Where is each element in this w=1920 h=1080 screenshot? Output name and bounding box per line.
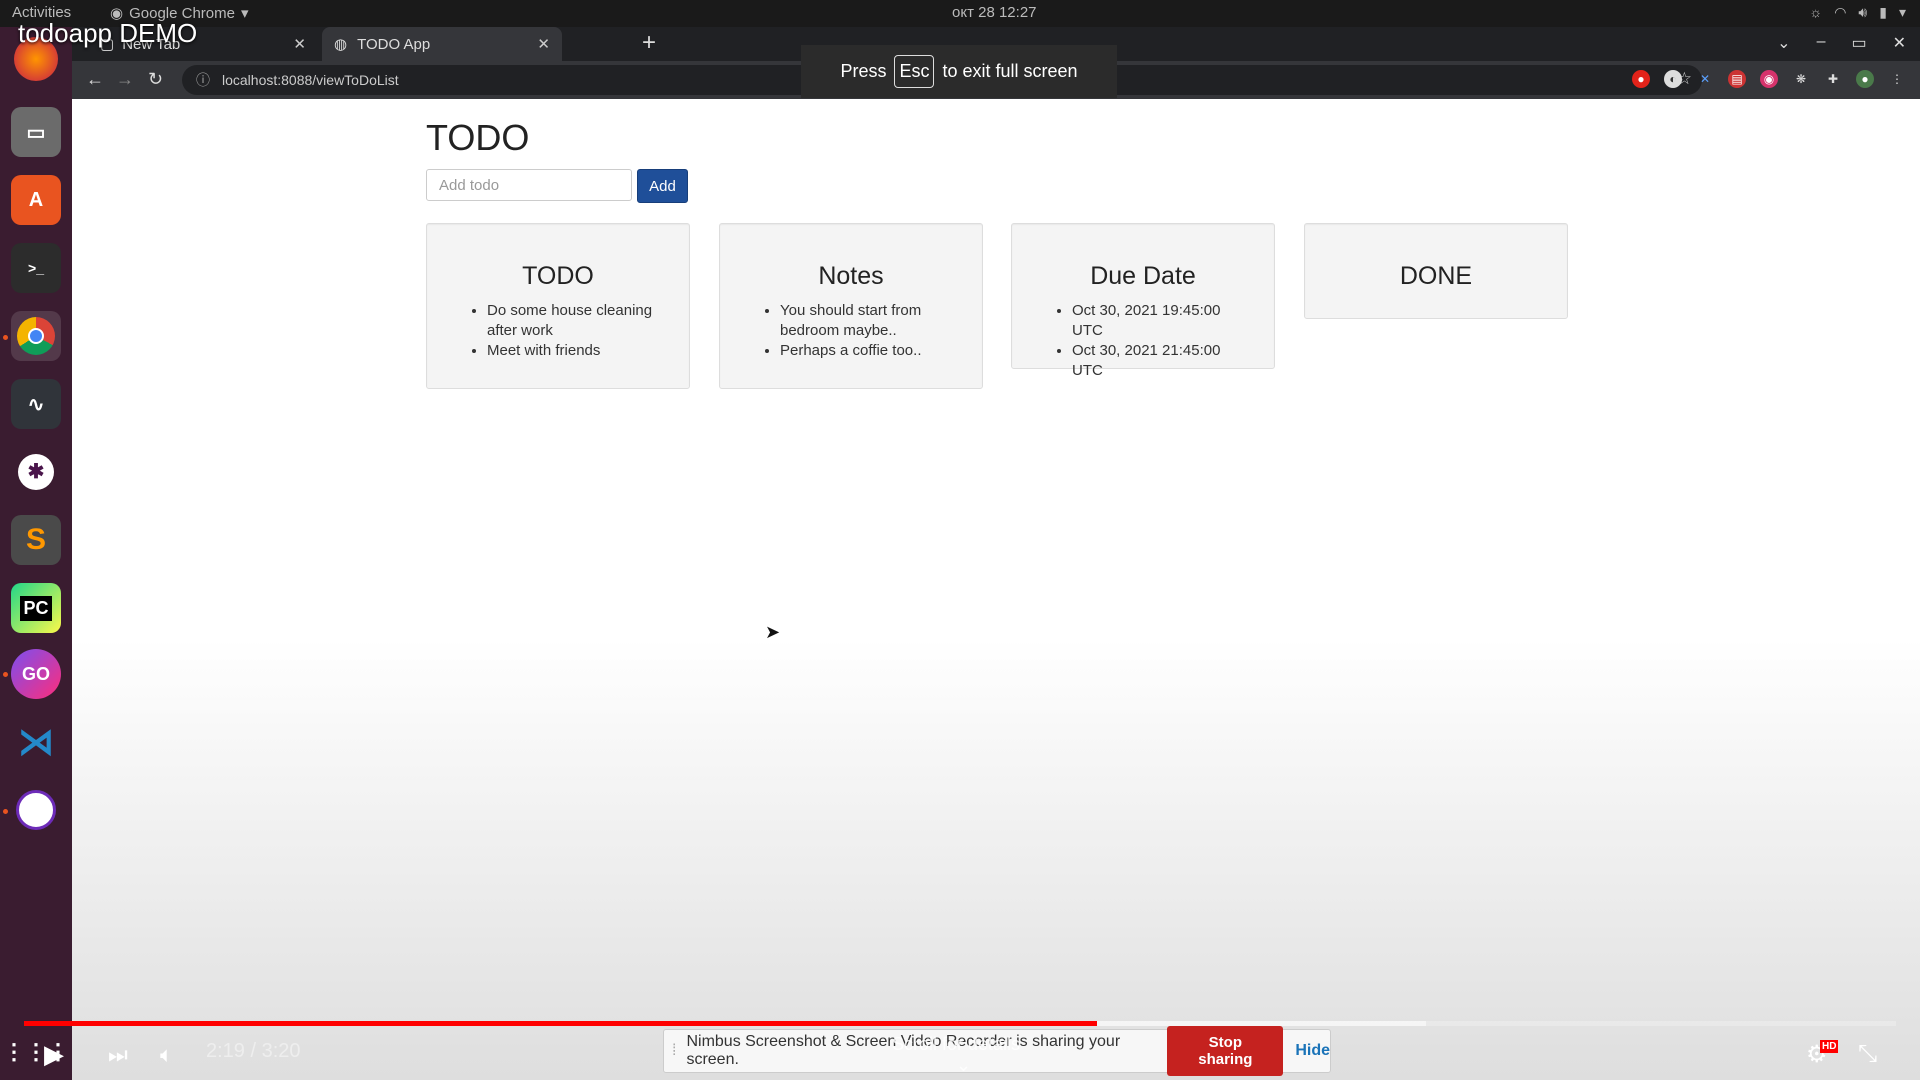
files-icon[interactable]: ▭ bbox=[11, 107, 61, 157]
close-window-icon[interactable]: ✕ bbox=[1893, 33, 1906, 53]
profile-avatar[interactable]: ● bbox=[1856, 70, 1874, 88]
next-icon[interactable]: ⏭ bbox=[108, 1042, 128, 1068]
time-display: 2:19 / 3:20 bbox=[206, 1040, 301, 1062]
stop-sharing-button[interactable]: Stop sharing bbox=[1167, 1026, 1284, 1076]
extension-red-icon[interactable]: ● bbox=[1632, 70, 1650, 88]
fullscreen-press: Press bbox=[840, 61, 887, 81]
column-list: Do some house cleaning after work Meet w… bbox=[427, 301, 689, 381]
mouse-cursor-icon: ➤ bbox=[765, 622, 781, 642]
add-button[interactable]: Add bbox=[637, 169, 688, 203]
exit-fullscreen-icon[interactable]: ⤡ bbox=[1858, 1040, 1877, 1068]
back-icon[interactable]: ← bbox=[86, 69, 104, 90]
drag-handle-icon[interactable]: ⁞ bbox=[672, 1042, 676, 1060]
esc-key: Esc bbox=[894, 55, 935, 88]
menu-kebab-icon[interactable]: ⋮ bbox=[1888, 70, 1906, 88]
column-list: You should start from bedroom maybe.. Pe… bbox=[720, 301, 982, 381]
window-controls: ⌄ – ▭ ✕ bbox=[1777, 33, 1906, 53]
column-todo: TODO Do some house cleaning after work M… bbox=[426, 223, 690, 389]
restore-icon[interactable]: ▭ bbox=[1851, 33, 1866, 53]
tab-todo-app[interactable]: ◍ TODO App ✕ bbox=[322, 27, 562, 61]
screen-recorder-icon[interactable] bbox=[11, 785, 61, 835]
tab-search-icon[interactable]: ⌄ bbox=[1777, 33, 1790, 53]
software-store-icon[interactable]: A bbox=[11, 175, 61, 225]
wifi-icon: ◠ bbox=[1834, 4, 1847, 20]
hd-badge: HD bbox=[1820, 1040, 1839, 1053]
chrome-icon[interactable] bbox=[11, 311, 61, 361]
url-text: localhost:8088/viewToDoList bbox=[222, 72, 399, 88]
site-info-icon[interactable]: ⓘ bbox=[196, 70, 210, 90]
system-tray[interactable]: ☼ ◠ 🔊︎ ▮ ▾ bbox=[1809, 4, 1906, 21]
extension-x-icon[interactable]: ✕ bbox=[1696, 70, 1714, 88]
scroll-hint-label: Scroll for details bbox=[892, 1034, 1021, 1054]
fullscreen-notice: Press Esc to exit full screen bbox=[801, 45, 1117, 98]
chevron-down-icon: ▾ bbox=[240, 5, 249, 22]
vscode-icon[interactable]: ⋊ bbox=[11, 717, 61, 767]
fullscreen-rest: to exit full screen bbox=[942, 61, 1078, 81]
volume-icon[interactable]: 🔈︎ bbox=[160, 1042, 173, 1068]
globe-icon: ◍ bbox=[334, 36, 348, 53]
reload-icon[interactable]: ↻ bbox=[148, 69, 163, 90]
video-progress-bar[interactable] bbox=[24, 1021, 1896, 1026]
list-item[interactable]: Oct 30, 2021 19:45:00 UTC bbox=[1072, 301, 1254, 341]
column-list: Oct 30, 2021 19:45:00 UTC Oct 30, 2021 2… bbox=[1012, 301, 1274, 401]
running-indicator bbox=[3, 809, 8, 814]
extension-box-icon[interactable]: ▤ bbox=[1728, 70, 1746, 88]
column-due-date: Due Date Oct 30, 2021 19:45:00 UTC Oct 3… bbox=[1011, 223, 1275, 379]
running-indicator bbox=[3, 672, 8, 677]
new-tab-button[interactable]: + bbox=[642, 29, 656, 57]
video-title[interactable]: todoapp DEMO bbox=[18, 18, 197, 49]
chevron-down-icon: ⌄ bbox=[956, 1055, 972, 1075]
clock[interactable]: окт 28 12:27 bbox=[952, 4, 1037, 21]
close-icon[interactable]: ✕ bbox=[537, 35, 550, 53]
terminal-icon[interactable]: >_ bbox=[11, 243, 61, 293]
close-icon[interactable]: ✕ bbox=[293, 35, 306, 53]
minimize-icon[interactable]: – bbox=[1817, 33, 1826, 53]
list-item[interactable]: Perhaps a coffie too.. bbox=[780, 341, 962, 361]
column-done: DONE bbox=[1304, 223, 1568, 319]
extension-record-icon[interactable]: ◉ bbox=[1760, 70, 1778, 88]
column-title: TODO bbox=[522, 262, 594, 290]
column-title: Due Date bbox=[1090, 262, 1196, 290]
battery-icon: ▮ bbox=[1879, 4, 1887, 20]
list-item[interactable]: Do some house cleaning after work bbox=[487, 301, 669, 341]
column-notes: Notes You should start from bedroom mayb… bbox=[719, 223, 983, 389]
volume-icon: 🔊︎ bbox=[1858, 4, 1868, 20]
column-title: DONE bbox=[1399, 262, 1473, 290]
play-icon[interactable]: ▶ bbox=[44, 1039, 64, 1070]
extension-gear-icon[interactable]: ❋ bbox=[1792, 70, 1810, 88]
goland-icon[interactable]: GO bbox=[11, 649, 61, 699]
system-monitor-icon[interactable]: ∿ bbox=[11, 379, 61, 429]
scroll-hint[interactable]: Scroll for details ⌄ bbox=[892, 1034, 1020, 1076]
page-title: TODO bbox=[426, 117, 530, 158]
list-item[interactable]: Oct 30, 2021 21:45:00 UTC bbox=[1072, 341, 1254, 381]
chevron-down-icon: ▾ bbox=[1898, 4, 1906, 20]
tab-label: TODO App bbox=[357, 35, 431, 53]
list-item[interactable]: You should start from bedroom maybe.. bbox=[780, 301, 962, 341]
slack-icon[interactable]: ✱ bbox=[11, 447, 61, 497]
running-indicator bbox=[3, 335, 8, 340]
pycharm-icon[interactable]: PC bbox=[11, 583, 61, 633]
played-bar bbox=[24, 1021, 1097, 1026]
sublime-text-icon[interactable]: S bbox=[11, 515, 61, 565]
extension-circle-icon[interactable]: ◐ bbox=[1664, 70, 1682, 88]
extensions-puzzle-icon[interactable]: ✚ bbox=[1824, 70, 1842, 88]
extensions-bar: ● ◐ ✕ ▤ ◉ ❋ ✚ ● ⋮ bbox=[1632, 70, 1906, 88]
dock: ▭ A >_ ∿ ✱ S PC GO ⋊ ⋮⋮⋮ bbox=[0, 27, 72, 1080]
list-item[interactable]: Meet with friends bbox=[487, 341, 669, 361]
column-title: Notes bbox=[818, 262, 884, 290]
hide-button[interactable]: Hide bbox=[1295, 1042, 1330, 1060]
os-top-bar: Activities ◉ Google Chrome ▾ окт 28 12:27 … bbox=[0, 0, 1920, 27]
add-todo-input[interactable] bbox=[426, 169, 632, 201]
page-content: TODO Add TODO Do some house cleaning aft… bbox=[72, 99, 1920, 1080]
forward-icon[interactable]: → bbox=[116, 69, 134, 90]
brightness-icon: ☼ bbox=[1809, 4, 1823, 20]
